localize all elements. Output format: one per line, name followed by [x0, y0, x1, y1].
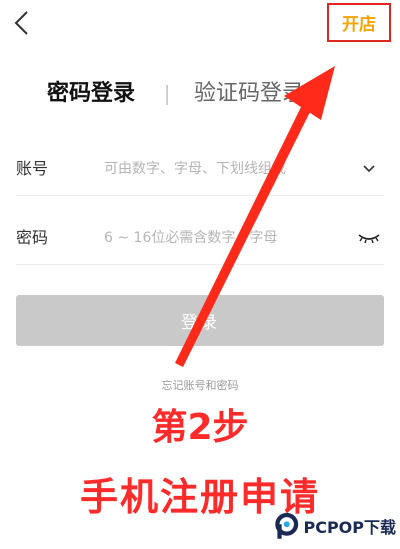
chevron-left-icon: [14, 11, 28, 35]
account-row: 账号: [16, 143, 384, 196]
open-store-button[interactable]: 开店: [327, 3, 391, 42]
account-input[interactable]: [104, 155, 334, 183]
watermark-text: PCPOP下载: [303, 518, 396, 537]
password-input[interactable]: [104, 224, 334, 252]
password-visibility-toggle[interactable]: [356, 226, 382, 250]
tab-code-login[interactable]: 验证码登录: [194, 74, 304, 114]
login-tabs: 密码登录 验证码登录: [0, 74, 400, 114]
password-row: 密码: [16, 212, 384, 265]
tab-password-login[interactable]: 密码登录: [47, 74, 135, 114]
step-number-caption: 第2步: [151, 407, 249, 448]
login-button-label: 登录: [181, 313, 219, 333]
chevron-down-icon: [363, 165, 375, 173]
login-button[interactable]: 登录: [16, 295, 384, 346]
eye-closed-icon: [358, 234, 380, 244]
tab-divider: [166, 85, 168, 105]
watermark: PCPOP下载: [274, 507, 396, 545]
pcpop-logo-icon: [275, 512, 299, 539]
account-label: 账号: [16, 159, 49, 178]
password-label: 密码: [16, 228, 49, 247]
back-button[interactable]: [6, 8, 36, 38]
open-store-label: 开店: [342, 15, 376, 35]
forgot-account-link[interactable]: 忘记账号和密码: [0, 377, 400, 393]
account-dropdown-button[interactable]: [356, 157, 382, 181]
